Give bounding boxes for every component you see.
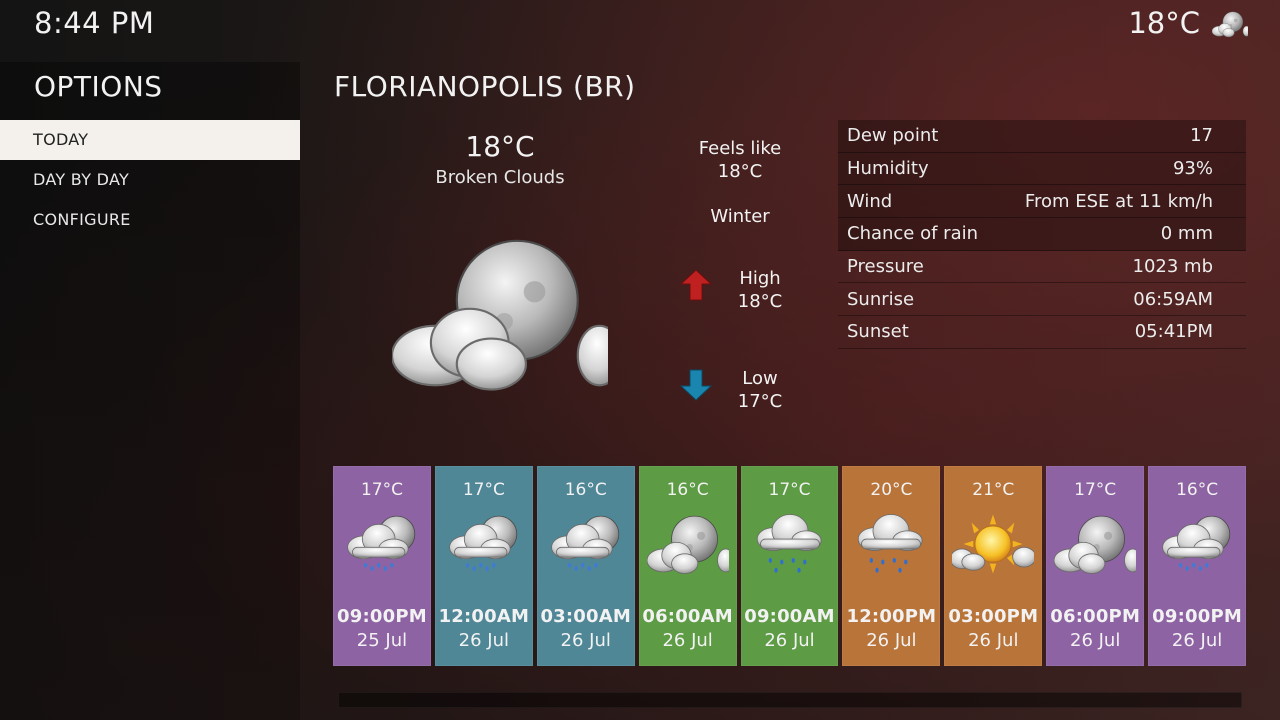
forecast-temperature: 17°C xyxy=(462,480,505,500)
detail-value: 06:59AM xyxy=(1133,288,1213,310)
detail-row-dew-point: Dew point 17 xyxy=(838,120,1246,153)
forecast-temperature: 17°C xyxy=(360,480,403,500)
rain-night-icon xyxy=(443,508,525,580)
forecast-temperature: 17°C xyxy=(1074,480,1117,500)
feels-like-value: 18°C xyxy=(717,161,763,182)
sun-clouds-icon xyxy=(952,508,1034,580)
low-value: 17°C xyxy=(737,391,783,412)
forecast-card[interactable]: 17°C 06:00PM 26 Jul xyxy=(1046,466,1145,666)
forecast-card[interactable]: 16°C 06:00AM 26 Jul xyxy=(638,466,737,666)
rain-night-icon xyxy=(545,508,627,580)
forecast-date: 26 Jul xyxy=(866,630,917,651)
rain-night-icon xyxy=(341,508,423,580)
forecast-temperature: 16°C xyxy=(564,480,607,500)
detail-row-sunset: Sunset 05:41PM xyxy=(838,316,1246,349)
current-temperature: 18°C xyxy=(465,130,535,163)
moon-clouds-icon xyxy=(647,508,729,580)
detail-value: 0 mm xyxy=(1160,223,1213,245)
current-conditions: 18°C Broken Clouds xyxy=(390,130,610,188)
forecast-time: 03:00PM xyxy=(948,606,1039,627)
forecast-date: 25 Jul xyxy=(356,630,408,651)
top-bar: 8:44 PM 18°C xyxy=(0,0,1280,50)
rain-night-icon xyxy=(1156,508,1238,580)
high-temperature: High 18°C xyxy=(720,267,800,313)
forecast-card[interactable]: 17°C 09:00AM 26 Jul xyxy=(740,466,839,666)
forecast-card[interactable]: 21°C 03:00PM 26 Jul xyxy=(944,466,1043,666)
forecast-card[interactable]: 17°C 09:00PM 25 Jul xyxy=(333,466,431,666)
forecast-date: 26 Jul xyxy=(1171,630,1223,651)
location-title: FLORIANOPOLIS (BR) xyxy=(334,70,636,103)
detail-value: 93% xyxy=(1172,158,1213,180)
low-label: Low xyxy=(742,368,778,389)
detail-row-chance-of-rain: Chance of rain 0 mm xyxy=(838,218,1246,251)
forecast-date: 26 Jul xyxy=(764,630,815,651)
arrow-down-icon xyxy=(680,369,712,401)
forecast-date: 26 Jul xyxy=(560,630,611,651)
forecast-date: 26 Jul xyxy=(968,630,1019,651)
detail-value: From ESE at 11 km/h xyxy=(1024,190,1213,212)
detail-row-pressure: Pressure 1023 mb xyxy=(838,251,1246,284)
detail-label: Chance of rain xyxy=(847,223,979,245)
forecast-temperature: 16°C xyxy=(1176,480,1219,500)
forecast-time: 09:00AM xyxy=(744,606,835,627)
low-temperature: Low 17°C xyxy=(720,367,800,413)
detail-value: 1023 mb xyxy=(1132,256,1214,278)
forecast-time: 09:00PM xyxy=(1152,606,1242,627)
details-table: Dew point 17 Humidity 93% Wind From ESE … xyxy=(838,120,1246,349)
detail-row-sunrise: Sunrise 06:59AM xyxy=(838,283,1246,317)
feels-like-label: Feels like xyxy=(698,138,782,159)
forecast-date: 26 Jul xyxy=(662,630,713,651)
forecast-time: 12:00AM xyxy=(438,606,530,627)
sidebar: OPTIONS TODAY DAY BY DAY CONFIGURE xyxy=(0,62,300,720)
detail-label: Wind xyxy=(847,190,893,212)
forecast-time: 06:00AM xyxy=(642,606,733,627)
detail-label: Pressure xyxy=(847,256,924,278)
forecast-time: 03:00AM xyxy=(540,606,631,627)
detail-label: Dew point xyxy=(847,125,939,147)
forecast-card[interactable]: 16°C 03:00AM 26 Jul xyxy=(536,466,635,666)
menu-item-configure[interactable]: CONFIGURE xyxy=(0,200,300,240)
moon-clouds-icon xyxy=(1054,508,1136,580)
partly-cloudy-night-icon xyxy=(1212,9,1248,39)
moon-clouds-icon xyxy=(392,228,608,398)
forecast-time: 06:00PM xyxy=(1050,606,1141,627)
forecast-date: 26 Jul xyxy=(458,630,509,651)
menu-item-today[interactable]: TODAY xyxy=(0,120,300,160)
detail-label: Sunset xyxy=(847,321,909,343)
sidebar-title: OPTIONS xyxy=(34,70,163,103)
forecast-card[interactable]: 20°C 12:00PM 26 Jul xyxy=(842,466,941,666)
arrow-up-icon xyxy=(680,269,712,301)
horizontal-scrollbar[interactable] xyxy=(338,692,1242,708)
detail-row-wind: Wind From ESE at 11 km/h xyxy=(838,185,1246,219)
high-label: High xyxy=(739,268,781,289)
forecast-time: 09:00PM xyxy=(337,606,427,627)
forecast-temperature: 17°C xyxy=(768,480,811,500)
current-condition: Broken Clouds xyxy=(435,167,565,188)
detail-row-humidity: Humidity 93% xyxy=(838,152,1246,186)
sidebar-menu: TODAY DAY BY DAY CONFIGURE xyxy=(0,120,300,240)
forecast-card[interactable]: 17°C 12:00AM 26 Jul xyxy=(434,466,533,666)
rain-icon xyxy=(749,508,831,580)
detail-value: 05:41PM xyxy=(1134,321,1213,343)
feels-like: Feels like 18°C xyxy=(690,137,790,183)
high-value: 18°C xyxy=(737,291,783,312)
forecast-temperature: 16°C xyxy=(666,480,709,500)
clock: 8:44 PM xyxy=(34,6,155,40)
rain-icon xyxy=(850,508,932,580)
header-temperature: 18°C xyxy=(1128,6,1200,40)
forecast-card[interactable]: 16°C 09:00PM 26 Jul xyxy=(1148,466,1247,666)
hourly-forecast: 17°C 09:00PM 25 Jul 17°C 12:00AM 26 Jul … xyxy=(333,466,1247,666)
detail-value: 17 xyxy=(1190,125,1213,147)
forecast-temperature: 21°C xyxy=(972,480,1015,500)
season: Winter xyxy=(710,206,770,227)
detail-label: Sunrise xyxy=(847,288,915,310)
forecast-date: 26 Jul xyxy=(1070,630,1121,651)
forecast-time: 12:00PM xyxy=(846,606,937,627)
detail-label: Humidity xyxy=(847,158,929,180)
menu-item-day-by-day[interactable]: DAY BY DAY xyxy=(0,160,300,200)
forecast-temperature: 20°C xyxy=(870,480,913,500)
